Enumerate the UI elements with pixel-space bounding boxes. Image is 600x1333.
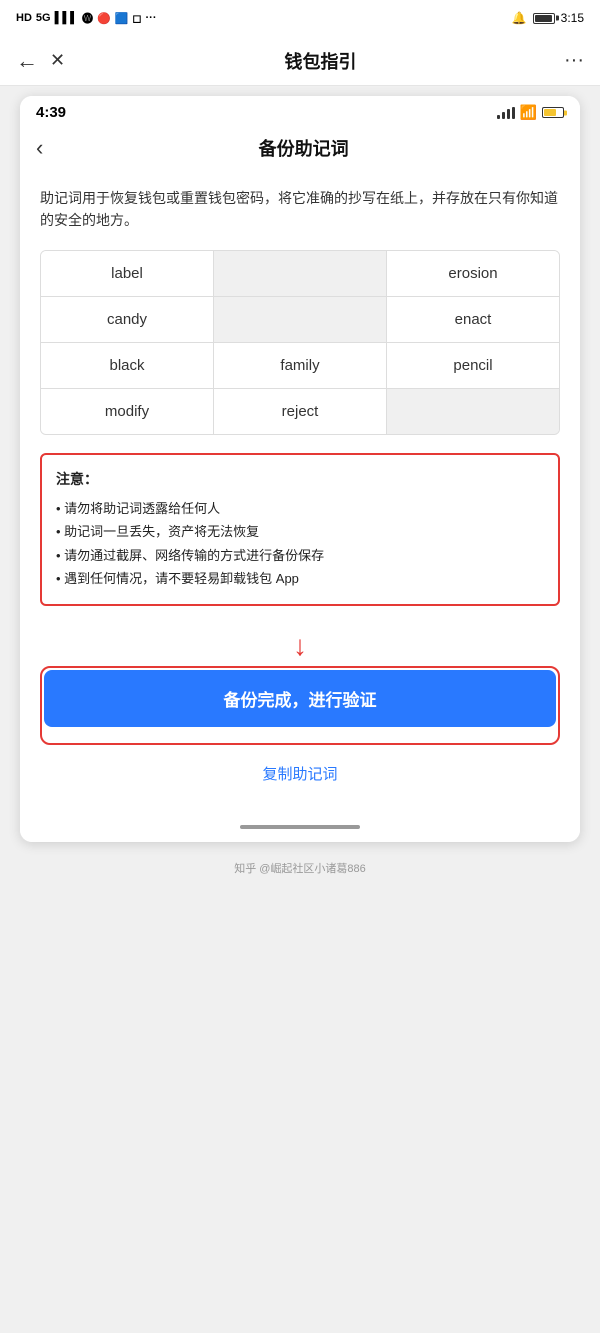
- outer-more-button[interactable]: ···: [564, 49, 584, 72]
- mnemonic-grid: label erosion candy enact black family p…: [40, 250, 560, 435]
- outer-nav-title: 钱包指引: [77, 48, 564, 74]
- inner-battery-icon: [542, 107, 564, 118]
- more-dots: ···: [146, 12, 157, 24]
- app-icon-1: 🔴: [97, 12, 111, 25]
- warning-item-2: • 助记词一旦丢失，资产将无法恢复: [56, 520, 544, 543]
- app-icon-3: ◻: [132, 12, 141, 25]
- mnemonic-row-1: label erosion: [41, 251, 559, 297]
- word-10: modify: [41, 389, 214, 434]
- outer-nav: ← ✕ 钱包指引 ···: [0, 36, 600, 86]
- backup-complete-button[interactable]: 备份完成，进行验证: [44, 670, 556, 727]
- warning-item-3: • 请勿通过截屏、网络传输的方式进行备份保存: [56, 544, 544, 567]
- signal-bars-outer: ▌▌▌: [55, 12, 78, 24]
- outer-status-left: HD 5G ▌▌▌ 🅦 🔴 🟦 ◻ ···: [16, 10, 157, 26]
- inner-bottom-bar: [20, 808, 580, 842]
- word-9: pencil: [387, 343, 559, 388]
- warning-box: 注意： • 请勿将助记词透露给任何人 • 助记词一旦丢失，资产将无法恢复 • 请…: [40, 453, 560, 607]
- signal-5g: 5G: [36, 12, 51, 24]
- word-7: black: [41, 343, 214, 388]
- inner-nav-title: 备份助记词: [43, 135, 564, 161]
- warning-item-4: • 遇到任何情况，请不要轻易卸载钱包 App: [56, 567, 544, 590]
- inner-signal-bars: [497, 107, 515, 119]
- outer-status-bar: HD 5G ▌▌▌ 🅦 🔴 🟦 ◻ ··· 🔔 3:15: [0, 0, 600, 36]
- outer-battery-icon: [533, 13, 555, 24]
- outer-status-right: 🔔 3:15: [512, 11, 584, 25]
- word-3: erosion: [387, 251, 559, 296]
- inner-nav: ‹ 备份助记词: [20, 125, 580, 171]
- inner-time: 4:39: [36, 104, 66, 121]
- description-text: 助记词用于恢复钱包或重置钱包密码，将它准确的抄写在纸上，并存放在只有你知道的安全…: [40, 187, 560, 232]
- mnemonic-row-2: candy enact: [41, 297, 559, 343]
- footer: 知乎 @崛起社区小诸葛886: [0, 852, 600, 884]
- outer-back-button[interactable]: ←: [16, 48, 38, 74]
- word-4: candy: [41, 297, 214, 342]
- inner-status-icons: 📶: [497, 104, 564, 121]
- app-icon-2: 🟦: [115, 12, 129, 25]
- inner-status-bar: 4:39 📶: [20, 96, 580, 125]
- outer-time: 3:15: [561, 11, 584, 25]
- warning-item-1: • 请勿将助记词透露给任何人: [56, 497, 544, 520]
- inner-back-button[interactable]: ‹: [36, 135, 43, 161]
- word-6: enact: [387, 297, 559, 342]
- word-11: reject: [214, 389, 387, 434]
- red-arrow-icon: ↓: [293, 630, 307, 662]
- copy-mnemonic-link[interactable]: 复制助记词: [40, 759, 560, 788]
- footer-text: 知乎 @崛起社区小诸葛886: [234, 863, 366, 875]
- bell-icon: 🔔: [512, 11, 527, 25]
- word-2-empty: [214, 251, 387, 296]
- weibo-icon: 🅦: [82, 10, 93, 26]
- word-1: label: [41, 251, 214, 296]
- word-5-empty: [214, 297, 387, 342]
- inner-wifi-icon: 📶: [520, 104, 537, 121]
- content-area: 助记词用于恢复钱包或重置钱包密码，将它准确的抄写在纸上，并存放在只有你知道的安全…: [20, 171, 580, 808]
- hd-badge: HD: [16, 12, 32, 24]
- mnemonic-row-4: modify reject: [41, 389, 559, 434]
- word-8: family: [214, 343, 387, 388]
- arrow-container: ↓: [40, 630, 560, 662]
- word-12-empty: [387, 389, 559, 434]
- btn-primary-border: 备份完成，进行验证: [40, 666, 560, 745]
- outer-close-button[interactable]: ✕: [50, 50, 65, 71]
- mnemonic-row-3: black family pencil: [41, 343, 559, 389]
- inner-screen: 4:39 📶 ‹ 备份助记词 助记词用于恢复钱包或重置钱包密码，将它准确的抄写在…: [20, 96, 580, 842]
- warning-title: 注意：: [56, 469, 544, 489]
- home-indicator: [240, 825, 360, 829]
